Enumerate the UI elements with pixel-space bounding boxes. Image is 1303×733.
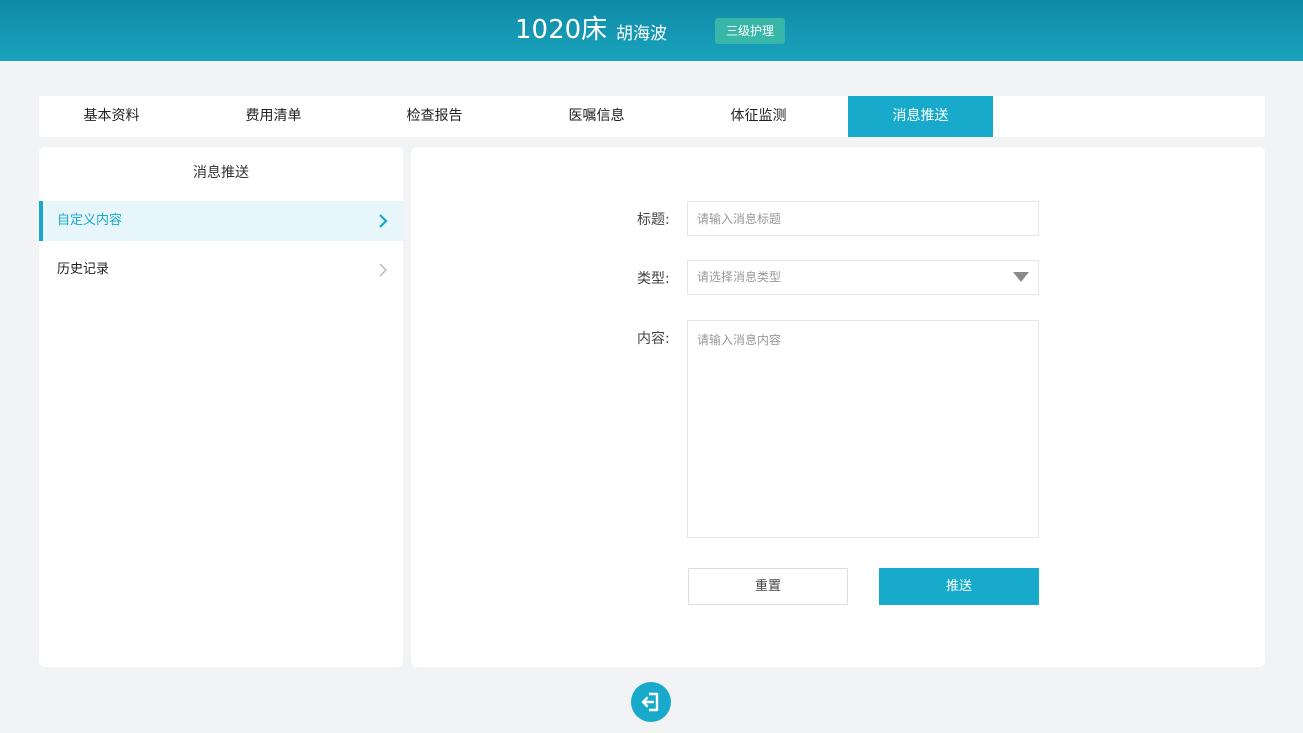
patient-name: 胡海波 — [616, 24, 667, 44]
tab-vital-signs[interactable]: 体征监测 — [686, 96, 831, 137]
sidebar-title: 消息推送 — [193, 165, 249, 181]
bed-number: 1020床 — [515, 15, 608, 45]
sidebar-item-custom-content[interactable]: 自定义内容 — [39, 201, 403, 241]
tab-bar: 基本资料 费用清单 检查报告 医嘱信息 体征监测 消息推送 — [39, 96, 1265, 137]
type-select-placeholder: 请选择消息类型 — [697, 270, 782, 284]
care-level-badge: 三级护理 — [715, 18, 785, 44]
exit-icon — [641, 692, 659, 712]
tab-basic-info[interactable]: 基本资料 — [39, 96, 184, 137]
content-label: 内容: — [637, 331, 670, 347]
tab-expense-list[interactable]: 费用清单 — [201, 96, 346, 137]
title-input[interactable] — [687, 201, 1039, 236]
sidebar-item-history[interactable]: 历史记录 — [39, 250, 403, 290]
push-button[interactable]: 推送 — [879, 568, 1039, 605]
chevron-right-icon — [379, 214, 388, 228]
title-label: 标题: — [637, 212, 670, 228]
type-select[interactable]: 请选择消息类型 — [687, 260, 1039, 295]
sidebar-item-label: 历史记录 — [57, 262, 110, 277]
reset-button[interactable]: 重置 — [688, 568, 848, 605]
message-form-panel: 标题: 类型: 请选择消息类型 内容: 重置 推送 — [411, 147, 1265, 667]
content-textarea[interactable] — [687, 320, 1039, 538]
tab-medical-orders[interactable]: 医嘱信息 — [524, 96, 669, 137]
chevron-right-icon — [379, 263, 387, 277]
tab-message-push[interactable]: 消息推送 — [848, 96, 993, 137]
dropdown-triangle-icon — [1013, 272, 1029, 282]
sidebar: 消息推送 自定义内容 历史记录 — [39, 147, 403, 667]
app-header: 1020床 胡海波 三级护理 — [0, 0, 1303, 61]
sidebar-item-label: 自定义内容 — [57, 213, 123, 228]
exit-button[interactable] — [631, 682, 671, 722]
tab-exam-report[interactable]: 检查报告 — [362, 96, 507, 137]
type-label: 类型: — [637, 271, 670, 287]
